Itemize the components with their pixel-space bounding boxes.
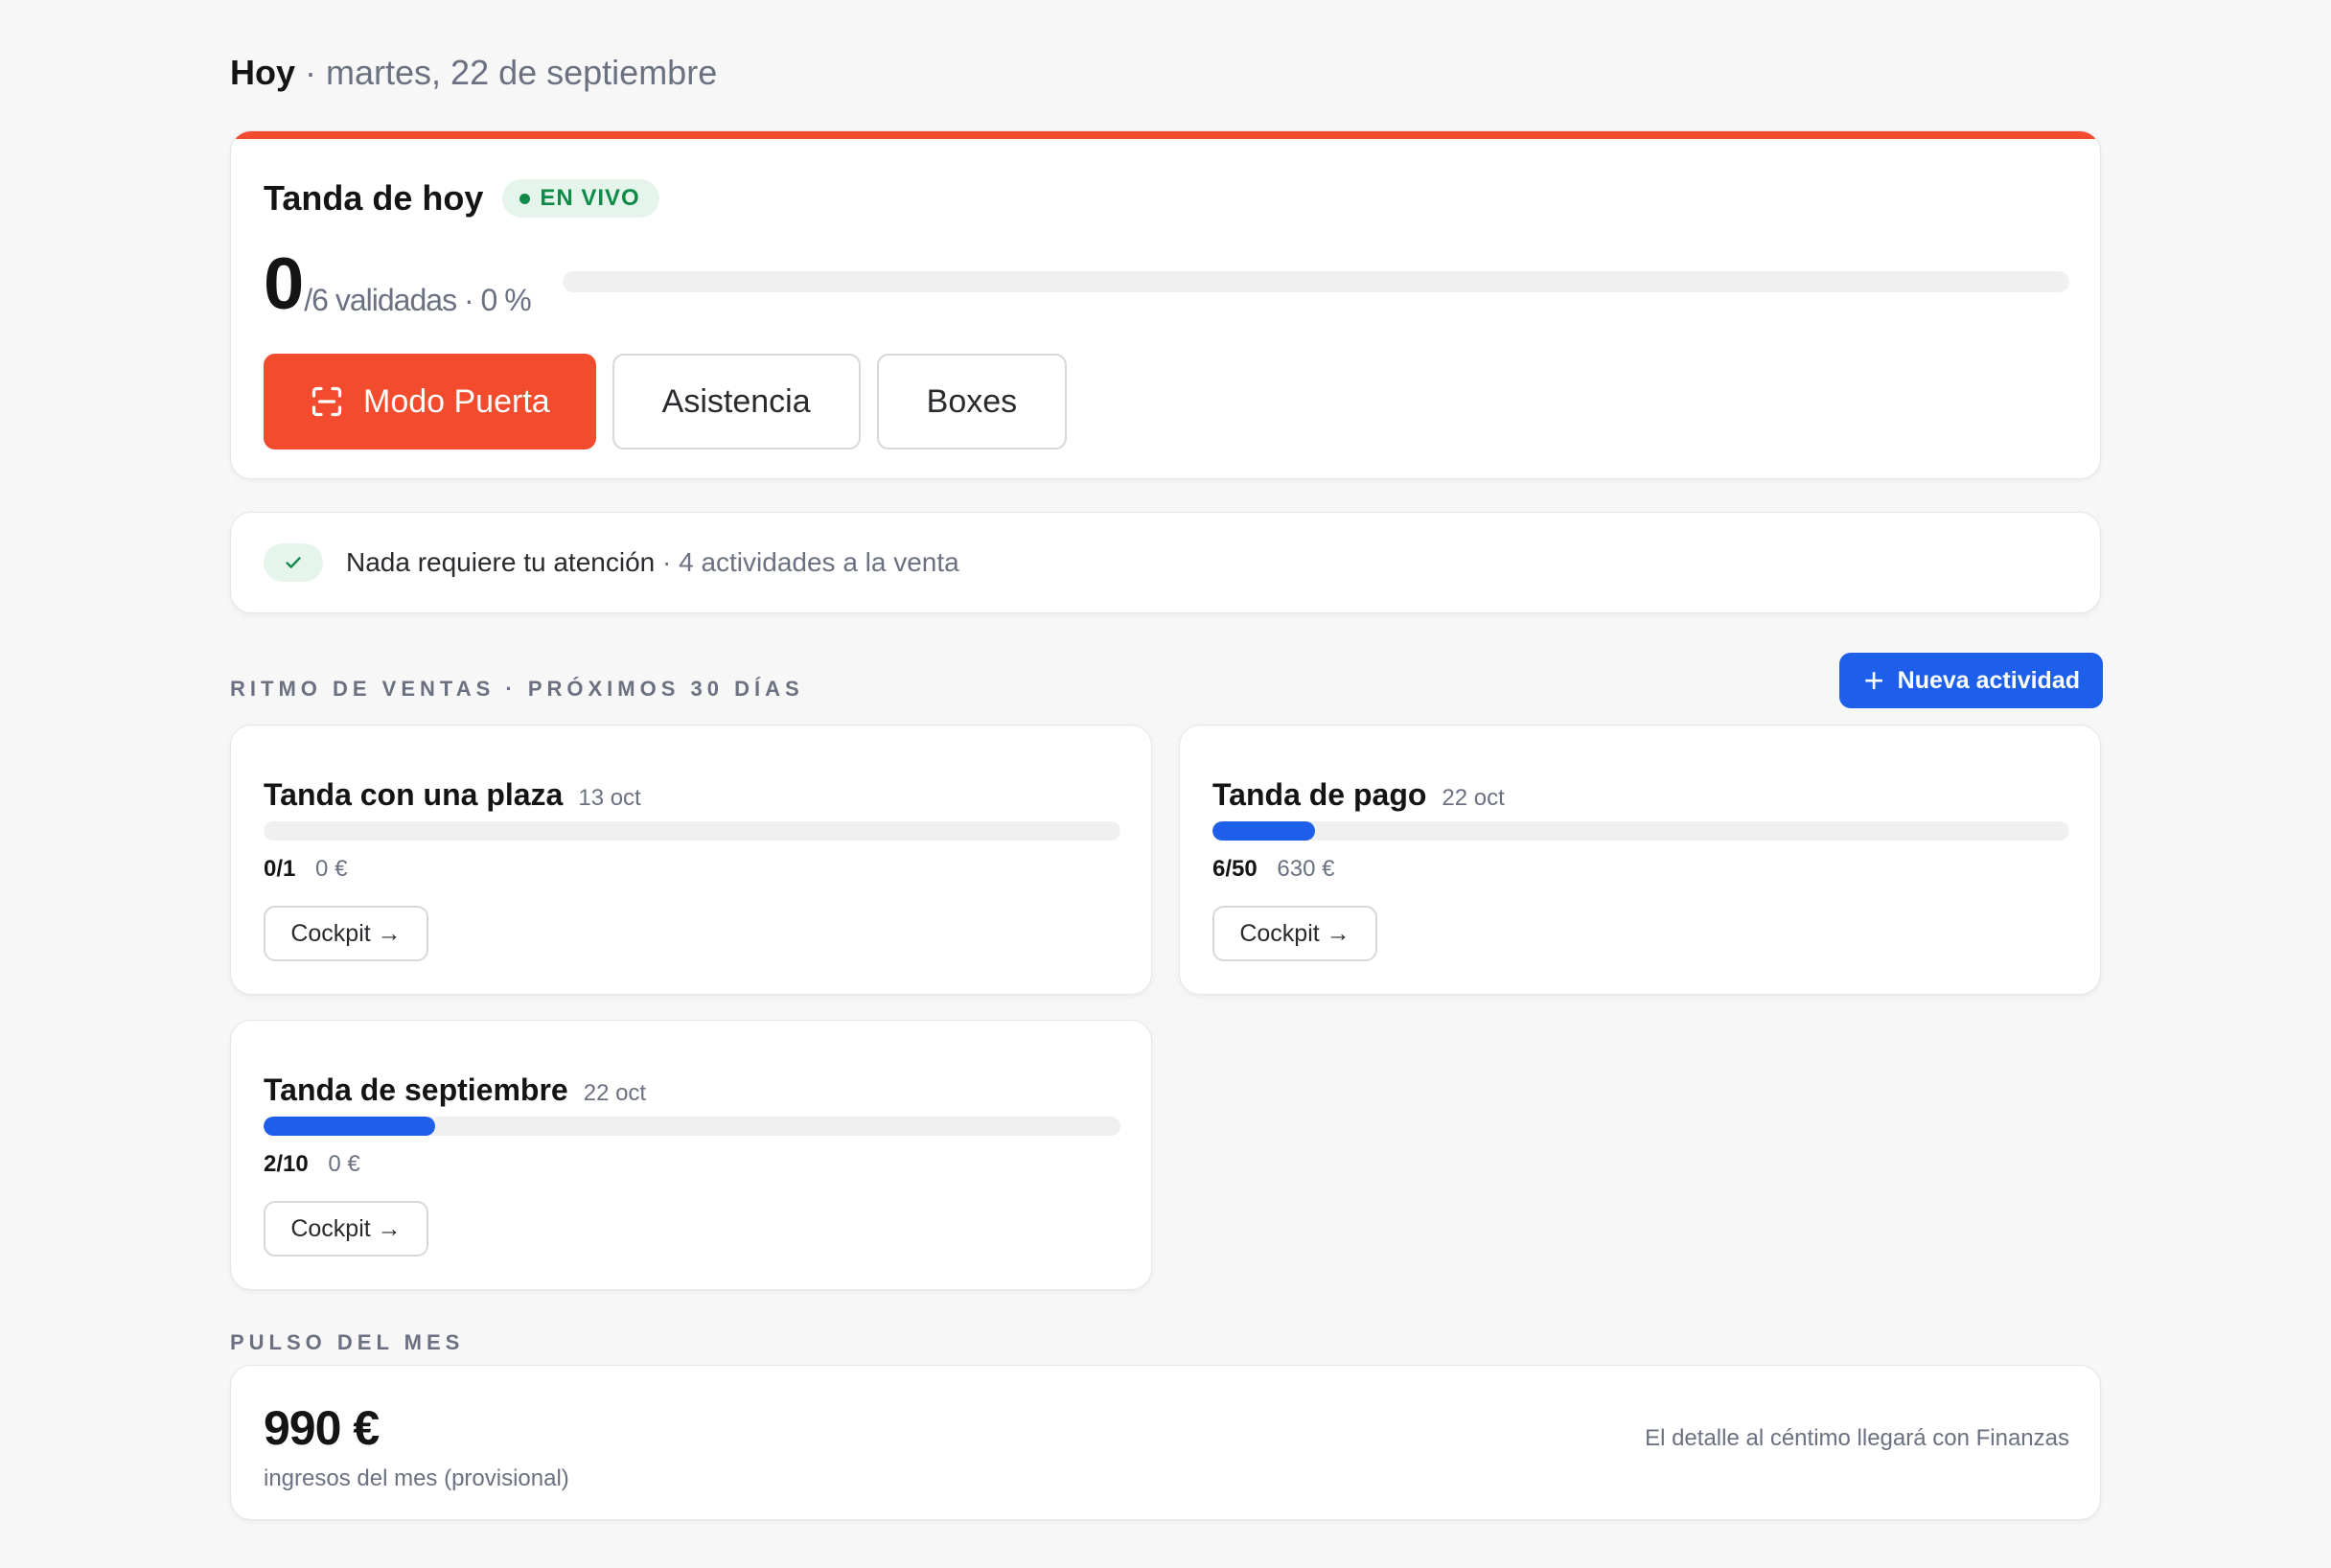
activity-date: 22 oct — [583, 1080, 647, 1106]
boxes-button[interactable]: Boxes — [876, 354, 1068, 450]
scan-icon — [312, 386, 342, 417]
activity-name: Tanda de pago — [1212, 777, 1427, 812]
activity-revenue: 630 € — [1277, 856, 1335, 882]
activity-revenue: 0 € — [328, 1151, 360, 1177]
validated-suffix: /6 validadas · 0 % — [304, 283, 531, 317]
activity-date: 22 oct — [1442, 785, 1505, 811]
activity-progress-bar — [264, 1117, 1120, 1136]
page-title-date: martes, 22 de septiembre — [326, 53, 718, 92]
activity-sold-count: 0/1 — [264, 856, 296, 882]
today-card-header: Tanda de hoy EN VIVO — [264, 175, 659, 221]
validation-progress-bar — [563, 271, 2069, 292]
activity-name: Tanda de septiembre — [264, 1072, 568, 1107]
activity-date: 13 oct — [578, 785, 641, 811]
live-badge-label: EN VIVO — [540, 185, 640, 211]
cockpit-button[interactable]: Cockpit → — [264, 906, 428, 961]
attention-card: Nada requiere tu atención · 4 actividade… — [230, 512, 2101, 613]
plus-icon: + — [1863, 660, 1884, 700]
attendance-button[interactable]: Asistencia — [612, 354, 861, 450]
live-dot-icon — [519, 193, 531, 204]
activity-title-row: Tanda de septiembre 22 oct — [264, 1072, 646, 1108]
activity-card: Tanda de pago 22 oct 6/50 630 € Cockpit … — [1179, 725, 2101, 995]
new-activity-button[interactable]: + Nueva actividad — [1838, 653, 2103, 708]
today-card-title: Tanda de hoy — [264, 178, 484, 218]
activity-progress-bar — [264, 821, 1120, 841]
page-title-separator: · — [295, 53, 327, 92]
activity-revenue: 0 € — [315, 856, 348, 882]
door-mode-button[interactable]: Modo Puerta — [264, 354, 596, 450]
month-revenue-subtitle: ingresos del mes (provisional) — [264, 1465, 569, 1491]
check-icon — [264, 543, 323, 582]
today-session-card: Tanda de hoy EN VIVO 0 /6 validadas · 0 … — [230, 130, 2101, 479]
cockpit-button[interactable]: Cockpit → — [264, 1201, 428, 1257]
activity-progress-bar — [1212, 821, 2069, 841]
validation-stats: 0 /6 validadas · 0 % — [264, 243, 532, 325]
activity-stats: 2/10 0 € — [264, 1151, 360, 1178]
activity-card: Tanda con una plaza 13 oct 0/1 0 € Cockp… — [230, 725, 1152, 995]
new-activity-label: Nueva actividad — [1897, 666, 2080, 694]
activity-sold-count: 2/10 — [264, 1151, 309, 1177]
today-card-accent-bar — [231, 131, 2100, 139]
attention-secondary-text: · 4 actividades a la venta — [655, 547, 959, 577]
attention-message: Nada requiere tu atención · 4 actividade… — [346, 547, 959, 578]
activity-progress-fill — [1212, 821, 1316, 841]
sales-section-label: RITMO DE VENTAS · PRÓXIMOS 30 DÍAS — [230, 677, 804, 701]
month-pulse-card: 990 € ingresos del mes (provisional) El … — [230, 1365, 2101, 1520]
activity-name: Tanda con una plaza — [264, 777, 564, 812]
finance-note: El detalle al céntimo llegará con Finanz… — [1645, 1425, 2069, 1451]
page-title: Hoy · martes, 22 de septiembre — [230, 50, 717, 96]
activity-stats: 0/1 0 € — [264, 856, 347, 883]
cockpit-button[interactable]: Cockpit → — [1212, 906, 1377, 961]
activity-title-row: Tanda de pago 22 oct — [1212, 777, 1505, 813]
pulse-section-label: PULSO DEL MES — [230, 1330, 465, 1354]
month-revenue-amount: 990 € — [264, 1401, 380, 1455]
activity-stats: 6/50 630 € — [1212, 856, 1334, 883]
attention-main-text: Nada requiere tu atención — [346, 547, 656, 577]
activity-title-row: Tanda con una plaza 13 oct — [264, 777, 641, 813]
activity-progress-fill — [264, 1117, 435, 1136]
today-actions: Modo Puerta Asistencia Boxes — [264, 354, 1068, 450]
activity-sold-count: 6/50 — [1212, 856, 1258, 882]
page: Hoy · martes, 22 de septiembre Tanda de … — [0, 0, 2331, 1568]
activity-card: Tanda de septiembre 22 oct 2/10 0 € Cock… — [230, 1020, 1152, 1290]
door-mode-label: Modo Puerta — [363, 382, 550, 420]
validated-count: 0 — [264, 243, 304, 325]
live-status-badge: EN VIVO — [502, 179, 659, 218]
page-title-today: Hoy — [230, 53, 296, 92]
